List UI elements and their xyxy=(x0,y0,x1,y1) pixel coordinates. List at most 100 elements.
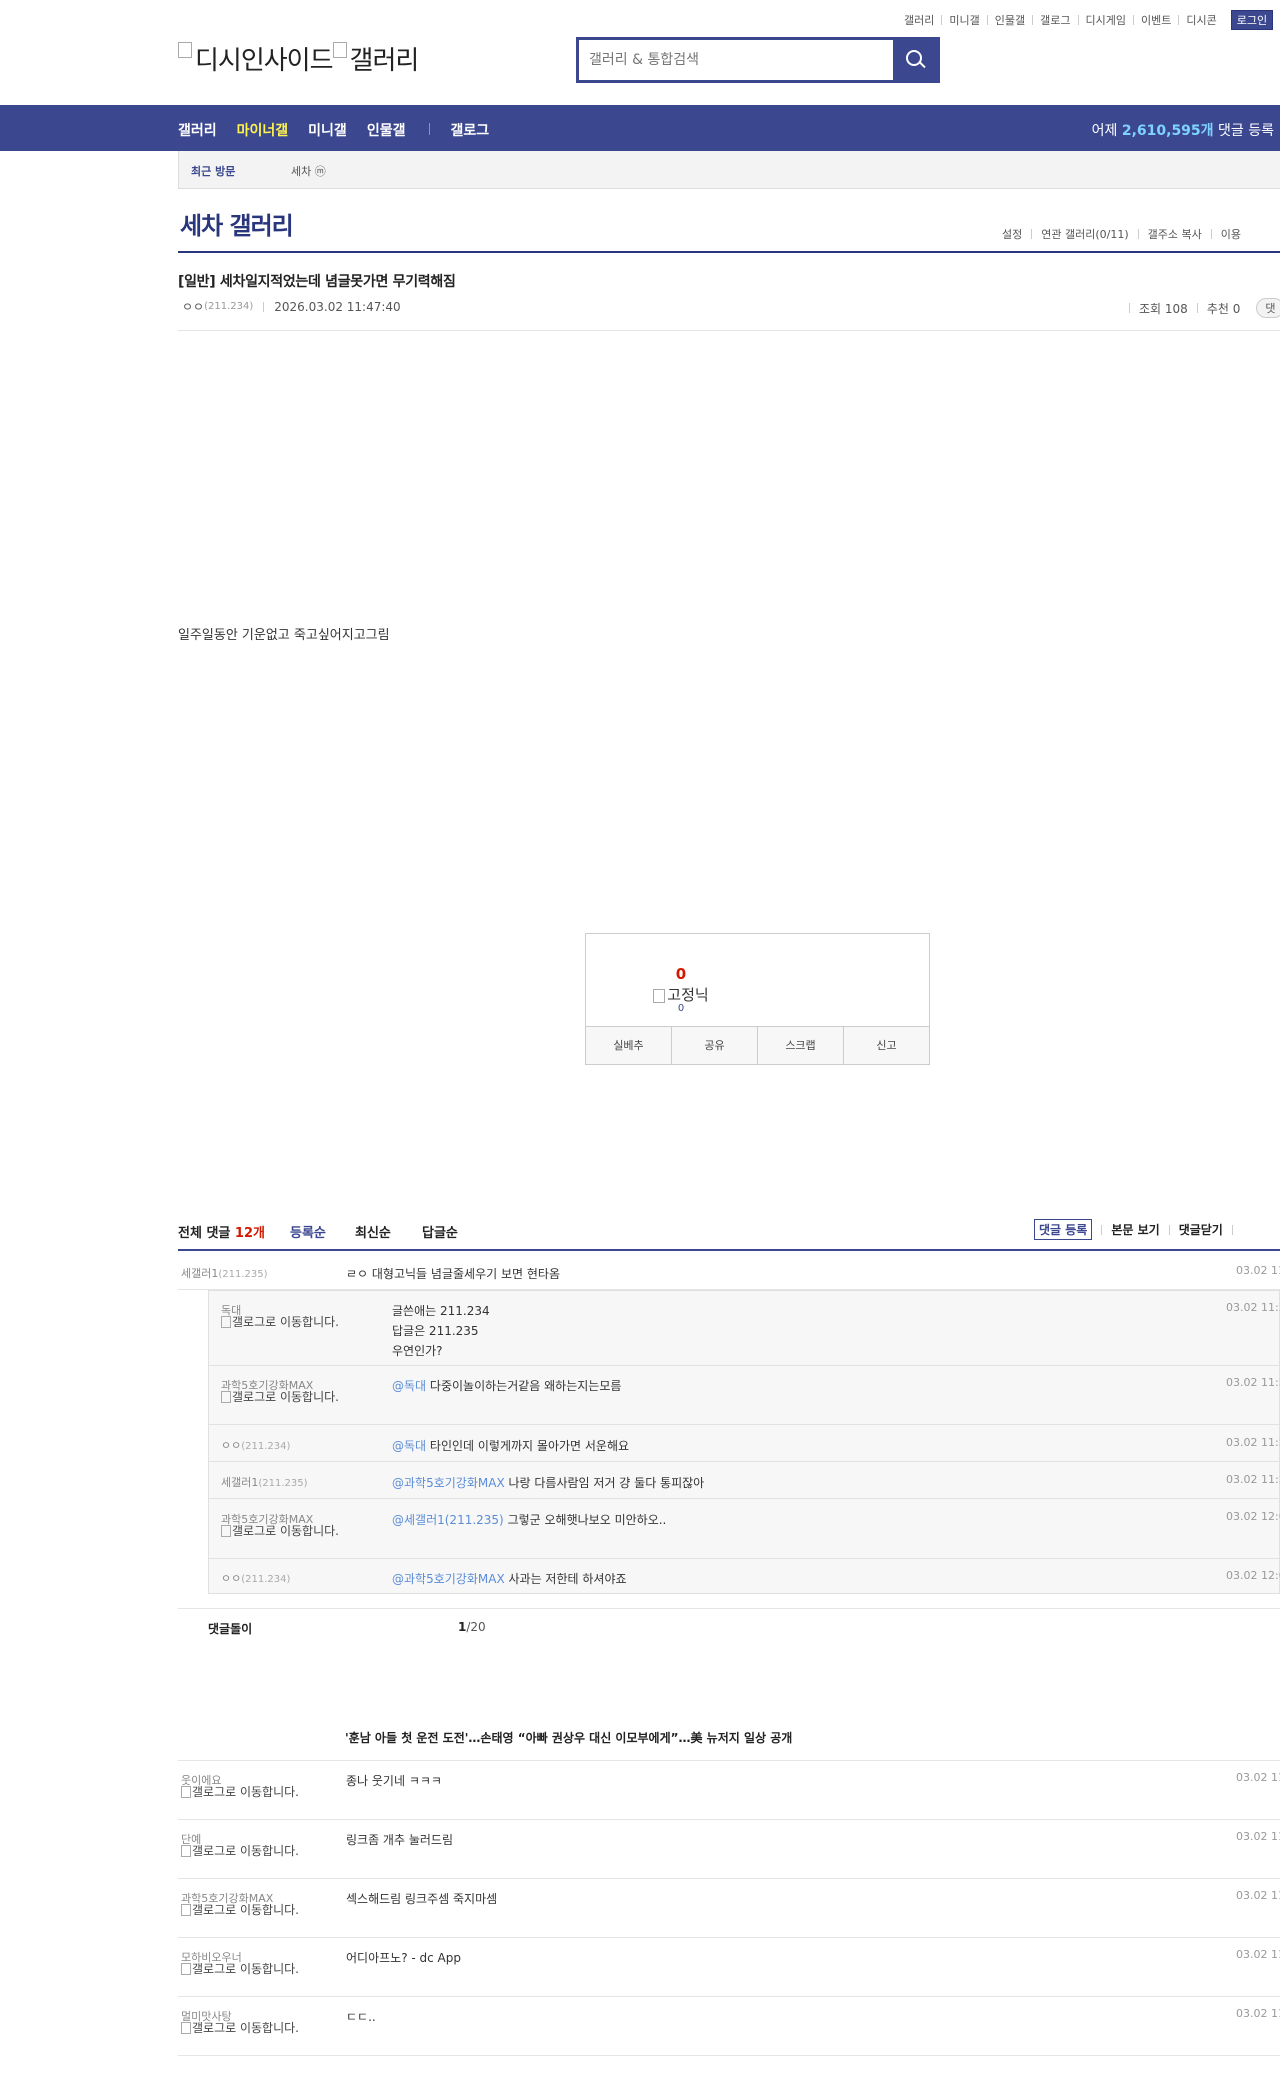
comment-text: 종나 웃기네 ㅋㅋㅋ xyxy=(346,1774,442,1788)
reply-mention[interactable]: @과학5호기강화MAX xyxy=(392,1572,505,1586)
post-recommends: 추천 0 xyxy=(1206,301,1241,316)
recommend-box: 0 고정닉 0 실베추 공유 스크랩 신고 xyxy=(585,933,930,1065)
sort-registered[interactable]: 등록순 xyxy=(290,1222,326,1241)
comment-nick[interactable]: 세갤러1(211.235) xyxy=(181,1265,268,1281)
comment-text: ㄹㅇ 대형고닉들 념글줄세우기 보면 현타옴 xyxy=(346,1267,560,1281)
gallog-link-image[interactable]: 갤로그로 이동합니다. xyxy=(181,2022,311,2034)
nav-person-gallery[interactable]: 인물갤 xyxy=(367,120,406,140)
gallog-alt: 갤로그로 이동합니다. xyxy=(192,1903,299,1917)
gallog-link-image[interactable]: 갤로그로 이동합니다. xyxy=(181,1786,311,1798)
reply-mention[interactable]: @독대 xyxy=(392,1439,426,1453)
top-link-gallery[interactable]: 갤러리 xyxy=(904,12,934,28)
logo-alt-1: 디시인사이드 xyxy=(195,46,334,76)
recent-visits-bar: 최근 방문 세차 ⓜ xyxy=(178,151,1280,189)
reply-date: 03.02 12:0 xyxy=(1226,1569,1280,1582)
comment-date: 03.02 11 xyxy=(1236,1948,1280,1961)
gallery-title[interactable]: 세차 갤러리 xyxy=(180,206,294,241)
share-button[interactable]: 공유 xyxy=(672,1027,758,1064)
reply-mention[interactable]: @과학5호기강화MAX xyxy=(392,1476,505,1490)
site-logo[interactable]: 디시인사이드 갤러리 xyxy=(178,40,420,77)
logo-alt-2: 갤러리 xyxy=(349,46,420,76)
write-comment-button[interactable]: 댓글 등록 xyxy=(1034,1219,1093,1240)
broken-image-icon xyxy=(178,42,192,58)
close-comments-button[interactable]: 댓글닫기 xyxy=(1179,1221,1223,1238)
post-meta: ㅇㅇ (211.234) 2026.03.02 11:47:40 xyxy=(182,298,401,315)
search-input[interactable] xyxy=(579,40,879,80)
usage-link[interactable]: 이용 xyxy=(1221,226,1241,242)
view-body-button[interactable]: 본문 보기 xyxy=(1111,1221,1159,1238)
related-gallery-link[interactable]: 연관 갤러리(0/11) xyxy=(1041,226,1128,242)
comment-date: 03.02 11 xyxy=(1236,2007,1280,2020)
comment-row: 단예 갤로그로 이동합니다. 링크좀 개추 눌러드림 03.02 11 xyxy=(178,1820,1280,1879)
gallog-link-image[interactable]: 갤로그로 이동합니다. xyxy=(181,1963,311,1975)
gallog-alt: 갤로그로 이동합니다. xyxy=(192,1844,299,1858)
sort-replies[interactable]: 답글순 xyxy=(422,1222,458,1241)
gallog-link-image[interactable]: 갤로그로 이동합니다. xyxy=(221,1525,351,1537)
comment-row: 모하비오우너 갤로그로 이동합니다. 어디아프노? - dc App 03.02… xyxy=(178,1938,1280,1997)
comment-bot-label: 댓글돌이 xyxy=(208,1622,253,1636)
report-button[interactable]: 신고 xyxy=(844,1027,929,1064)
best-recommend-button[interactable]: 실베추 xyxy=(586,1027,672,1064)
gallog-link-image[interactable]: 갤로그로 이동합니다. xyxy=(221,1316,351,1328)
comment-date: 03.02 11 xyxy=(1236,1889,1280,1902)
comment-date: 03.02 11 xyxy=(1236,1771,1280,1784)
nav-minor-gallery[interactable]: 마이너갤 xyxy=(237,120,289,140)
broken-image-icon xyxy=(181,1963,191,1975)
post-author[interactable]: ㅇㅇ xyxy=(182,298,204,315)
reply-date: 03.02 11:5 xyxy=(1226,1473,1280,1486)
top-link-person[interactable]: 인물갤 xyxy=(995,12,1025,28)
comment-date: 03.02 11 xyxy=(1236,1830,1280,1843)
post-stats: 조회 108 추천 0 댓 xyxy=(1120,298,1280,318)
reply-nick[interactable]: ㅇㅇ(211.234) xyxy=(221,1570,290,1586)
top-link-minor[interactable]: 미니갤 xyxy=(949,12,979,28)
reply-row: ㅇㅇ(211.234) @독대 타인인데 이렇게까지 몰아가면 서운해요 03.… xyxy=(209,1425,1280,1462)
broken-image-icon xyxy=(221,1391,231,1403)
search-button[interactable] xyxy=(893,40,937,80)
reply-date: 03.02 11:5 xyxy=(1226,1436,1280,1449)
post-body: 일주일동안 기운없고 죽고싶어지고그림 xyxy=(178,628,390,643)
reply-row: ㅇㅇ(211.234) @과학5호기강화MAX 사과는 저한테 하셔야죠 03.… xyxy=(209,1559,1280,1593)
stat-suffix: 댓글 등록 xyxy=(1218,123,1274,139)
comment-text: ㄷㄷ.. xyxy=(346,2010,376,2024)
reply-mention[interactable]: @독대 xyxy=(392,1379,426,1393)
login-button[interactable]: 로그인 xyxy=(1230,10,1274,30)
top-link-event[interactable]: 이벤트 xyxy=(1141,12,1171,28)
comment-text: 섹스해드림 링크주셈 죽지마셈 xyxy=(346,1892,498,1906)
recommend-count[interactable]: 0 xyxy=(586,965,776,983)
fixed-nick-count: 0 xyxy=(677,1003,685,1014)
nav-mini-gallery[interactable]: 미니갤 xyxy=(308,120,347,140)
post-views: 조회 108 xyxy=(1139,301,1188,316)
reply-nick[interactable]: 세갤러1(211.235) xyxy=(221,1474,308,1490)
nav-gallog[interactable]: 갤로그 xyxy=(450,120,489,140)
gallog-link-image[interactable]: 갤로그로 이동합니다. xyxy=(221,1391,351,1403)
top-link-gallog[interactable]: 갤로그 xyxy=(1040,12,1070,28)
recent-item-secha[interactable]: 세차 ⓜ xyxy=(291,163,326,179)
comment-jump-button[interactable]: 댓 xyxy=(1256,298,1280,318)
sort-latest[interactable]: 최신순 xyxy=(355,1222,391,1241)
nav-gallery[interactable]: 갤러리 xyxy=(178,120,217,140)
broken-image-icon xyxy=(221,1525,231,1537)
page-indicator[interactable]: 1/20 xyxy=(458,1620,486,1634)
reply-mention[interactable]: @세갤러1(211.235) xyxy=(392,1513,504,1527)
broken-image-icon xyxy=(181,1845,191,1857)
settings-link[interactable]: 설정 xyxy=(1002,226,1022,242)
gallog-alt: 갤로그로 이동합니다. xyxy=(232,1390,339,1404)
comment-row: 웃이에요 갤로그로 이동합니다. 종나 웃기네 ㅋㅋㅋ 03.02 11 xyxy=(178,1761,1280,1820)
gallog-link-image[interactable]: 갤로그로 이동합니다. xyxy=(181,1845,311,1857)
gallog-link-image[interactable]: 갤로그로 이동합니다. xyxy=(181,1904,311,1916)
top-link-game[interactable]: 디시게임 xyxy=(1086,12,1126,28)
copy-address-link[interactable]: 갤주소 복사 xyxy=(1148,226,1202,242)
top-link-dccon[interactable]: 디시콘 xyxy=(1186,12,1216,28)
reply-text-line: 답글은 211.235 xyxy=(392,1324,479,1338)
divider xyxy=(178,1608,1280,1609)
gallog-alt: 갤로그로 이동합니다. xyxy=(192,1785,299,1799)
search-box xyxy=(576,37,940,83)
gallog-alt: 갤로그로 이동합니다. xyxy=(232,1524,339,1538)
reply-nick[interactable]: ㅇㅇ(211.234) xyxy=(221,1437,290,1453)
comment-row: 과학5호기강화MAX 갤로그로 이동합니다. 섹스해드림 링크주셈 죽지마셈 0… xyxy=(178,1879,1280,1938)
news-headline[interactable]: '훈남 아들 첫 운전 도전'…손태영 “아빠 권상우 대신 이모부에게”…美 … xyxy=(345,1729,792,1746)
fixed-nick-alt: 고정닉 xyxy=(667,986,709,1004)
reply-text-line: 글쓴애는 211.234 xyxy=(392,1304,490,1318)
recent-label: 최근 방문 xyxy=(191,165,236,178)
scrap-button[interactable]: 스크랩 xyxy=(758,1027,844,1064)
